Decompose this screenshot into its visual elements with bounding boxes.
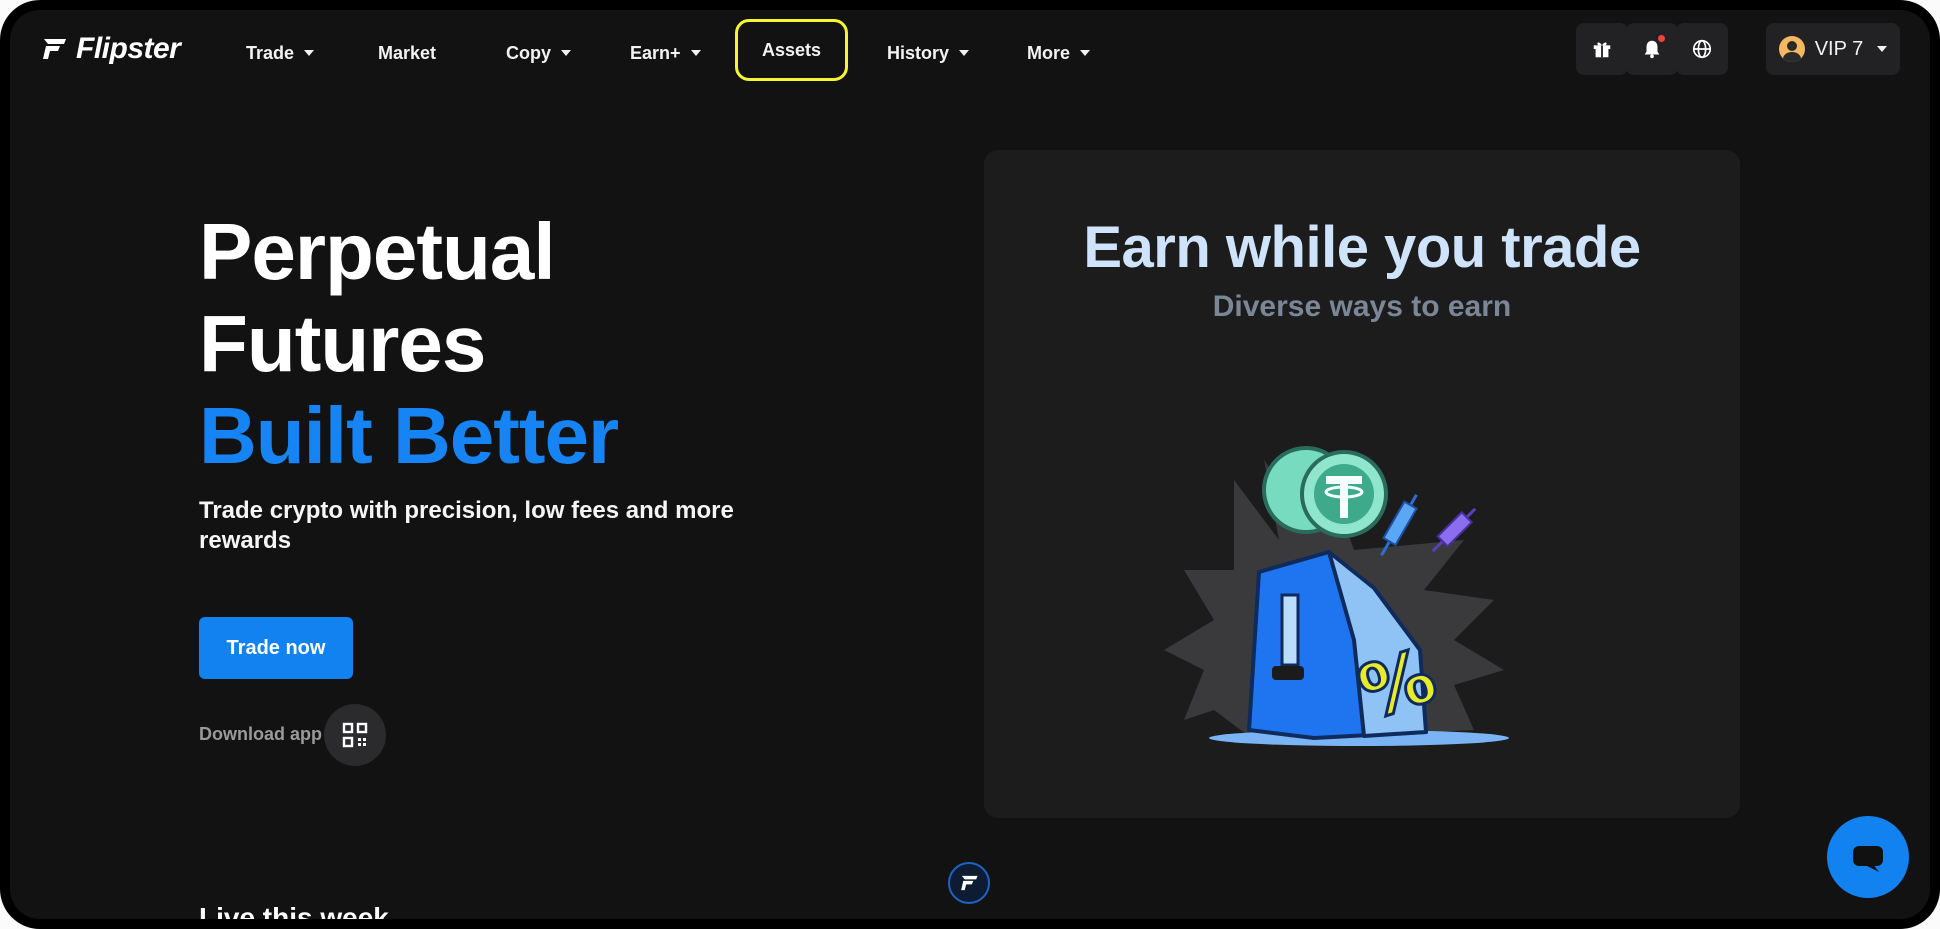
support-chat-button[interactable] [1827, 816, 1909, 898]
chevron-down-icon [959, 50, 970, 56]
download-app-label: Download app [199, 724, 322, 744]
chevron-down-icon [1080, 50, 1091, 56]
qr-code-button[interactable] [324, 704, 386, 766]
qr-code-icon [342, 722, 368, 748]
account-menu[interactable]: VIP 7 [1766, 23, 1900, 75]
app-screen: Flipster Trade Market Copy Earn+ Assets … [10, 10, 1930, 919]
hero-title: Perpetual Futures Built Better [199, 206, 619, 482]
promo-title: Earn while you trade [1083, 215, 1641, 280]
chevron-down-icon [690, 50, 701, 56]
toaster-slot [1280, 593, 1300, 667]
nav-more[interactable]: More [1027, 36, 1091, 70]
brand-name: Flipster [76, 32, 181, 65]
nav-assets[interactable]: Assets [735, 19, 849, 81]
language-button[interactable] [1676, 23, 1728, 75]
toaster-lever [1272, 666, 1304, 680]
device-frame: Flipster Trade Market Copy Earn+ Assets … [0, 0, 1940, 929]
globe-icon [1692, 39, 1712, 59]
nav-earn-label: Earn+ [630, 42, 681, 63]
hero-title-line1: Perpetual [199, 207, 556, 296]
chat-icon [1853, 846, 1883, 872]
promo-subtitle: Diverse ways to earn [1212, 290, 1512, 323]
notification-dot [1658, 35, 1665, 42]
section-heading-peek: Live this week [199, 903, 389, 919]
flipster-logo-icon [961, 875, 978, 891]
earn-illustration: % [1164, 446, 1509, 746]
nav-copy[interactable]: Copy [506, 36, 571, 70]
nav-trade[interactable]: Trade [246, 36, 315, 70]
nav-more-label: More [1027, 42, 1071, 63]
nav-history-label: History [887, 42, 950, 63]
nav-copy-label: Copy [506, 42, 551, 63]
avatar [1778, 36, 1805, 62]
notifications-button[interactable] [1626, 23, 1678, 75]
nav-trade-label: Trade [246, 42, 295, 63]
gift-button[interactable] [1576, 23, 1628, 75]
vip-level: VIP 7 [1814, 37, 1864, 60]
flipster-logo-icon [43, 39, 66, 59]
nav-market-label: Market [378, 42, 437, 63]
nav-earn[interactable]: Earn+ [630, 36, 701, 70]
nav-history[interactable]: History [887, 36, 970, 70]
chevron-down-icon [561, 50, 571, 56]
nav-assets-label: Assets [762, 39, 822, 60]
trade-now-button[interactable]: Trade now [199, 617, 353, 679]
brand-logo[interactable]: Flipster [40, 32, 181, 66]
chevron-down-icon [304, 50, 315, 56]
promo-card[interactable]: Earn while you trade Diverse ways to ear… [984, 150, 1740, 818]
gift-icon [1593, 42, 1611, 58]
nav-market[interactable]: Market [378, 36, 436, 70]
hero-title-accent: Built Better [199, 391, 619, 480]
hero-subtitle: Trade crypto with precision, low fees an… [199, 497, 734, 554]
floating-logo[interactable] [948, 862, 990, 904]
chevron-down-icon [1877, 46, 1888, 52]
hero-title-line2: Futures [199, 299, 486, 388]
top-nav: Flipster Trade Market Copy Earn+ Assets … [10, 10, 1930, 98]
